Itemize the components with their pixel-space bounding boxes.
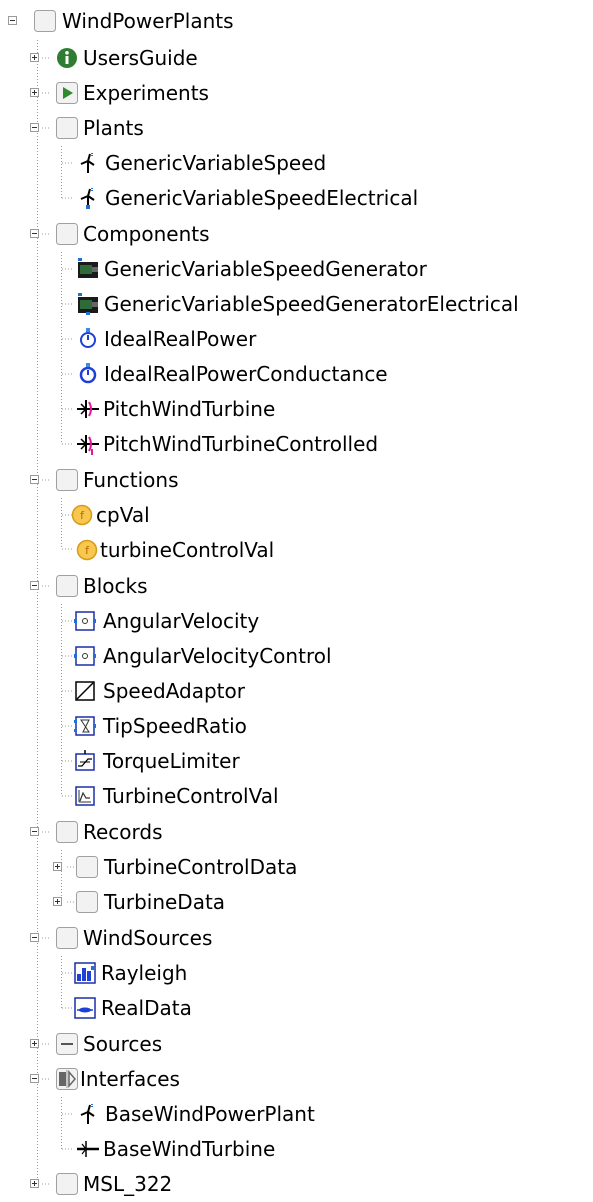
wind-turbine-icon — [77, 398, 99, 420]
block-circle-icon — [74, 610, 96, 632]
tree-node-label: TurbineControlVal — [103, 784, 279, 808]
tree-node-label: Interfaces — [80, 1067, 180, 1091]
collapse-toggle[interactable] — [30, 229, 39, 238]
tree-node-label: TipSpeedRatio — [103, 714, 247, 738]
expand-toggle[interactable] — [30, 1039, 39, 1048]
generator-icon — [77, 258, 99, 280]
base-turbine-icon — [77, 1138, 99, 1160]
tree-node-label: Experiments — [83, 81, 209, 105]
tree-node-label: IdealRealPowerConductance — [104, 362, 388, 386]
function-icon: f — [76, 539, 98, 561]
tree-node-label: TurbineData — [104, 890, 226, 914]
expand-toggle[interactable] — [53, 897, 62, 906]
package-icon — [56, 927, 78, 949]
interfaces-package-icon — [56, 1068, 78, 1090]
tree-node-label: Components — [83, 222, 210, 246]
package-icon — [56, 117, 78, 139]
tree-node-label: WindSources — [83, 926, 213, 950]
wind-plant-icon — [77, 152, 99, 174]
rayleigh-source-icon — [74, 962, 96, 984]
expand-toggle[interactable] — [53, 862, 62, 871]
info-icon — [56, 47, 78, 69]
tree-node-label: GenericVariableSpeedElectrical — [105, 186, 419, 210]
tree-node-label: Plants — [83, 116, 144, 140]
expand-toggle[interactable] — [30, 1179, 39, 1188]
tree-node-label: TorqueLimiter — [103, 749, 240, 773]
collapse-toggle[interactable] — [8, 16, 17, 25]
package-icon — [34, 10, 56, 32]
tree-node-label: GenericVariableSpeed — [105, 151, 327, 175]
collapse-toggle[interactable] — [30, 827, 39, 836]
package-icon — [56, 1173, 78, 1195]
package-icon — [56, 575, 78, 597]
collapse-toggle[interactable] — [30, 123, 39, 132]
tree-node-label: IdealRealPower — [104, 327, 257, 351]
package-icon — [56, 469, 78, 491]
wind-turbine-icon — [77, 433, 99, 455]
package-icon — [76, 856, 98, 878]
tree-node-label: Functions — [83, 468, 179, 492]
collapse-toggle[interactable] — [30, 475, 39, 484]
tree-node-label: TurbineControlData — [104, 855, 298, 879]
tree-node-label: PitchWindTurbine — [103, 397, 276, 421]
expand-toggle[interactable] — [30, 53, 39, 62]
package-tree: WindPowerPlants UsersGuide Experiments P… — [0, 0, 593, 1195]
power-meter-icon — [77, 328, 99, 350]
wind-plant-icon — [77, 187, 99, 209]
tree-node-label: Rayleigh — [101, 961, 188, 985]
power-meter-icon — [77, 363, 99, 385]
tree-node-label: cpVal — [96, 503, 150, 527]
sources-package-icon — [56, 1033, 78, 1055]
real-data-source-icon — [74, 997, 96, 1019]
tree-node-label: GenericVariableSpeedGeneratorElectrical — [104, 292, 519, 316]
tree-node-label: AngularVelocityControl — [103, 644, 332, 668]
tree-node-label: Blocks — [83, 574, 148, 598]
generator-icon — [77, 293, 99, 315]
wind-plant-icon — [77, 1103, 99, 1125]
collapse-toggle[interactable] — [30, 933, 39, 942]
expand-toggle[interactable] — [30, 88, 39, 97]
collapse-toggle[interactable] — [30, 581, 39, 590]
play-icon — [56, 82, 78, 104]
tree-node-label: RealData — [101, 996, 192, 1020]
tree-node-label: PitchWindTurbineControlled — [103, 432, 379, 456]
tree-node-label: AngularVelocity — [103, 609, 260, 633]
tree-node-label: MSL_322 — [83, 1172, 173, 1196]
block-circle-icon — [74, 645, 96, 667]
tree-node-label: BaseWindTurbine — [103, 1137, 276, 1161]
tree-node-label: Sources — [83, 1032, 163, 1056]
block-limiter-icon — [74, 750, 96, 772]
tree-node-label: UsersGuide — [83, 46, 198, 70]
tree-node-label: SpeedAdaptor — [103, 679, 245, 703]
tree-node-label: Records — [83, 820, 163, 844]
block-hourglass-icon — [74, 715, 96, 737]
block-diagonal-icon — [74, 680, 96, 702]
function-icon: f — [71, 504, 93, 526]
package-icon — [56, 821, 78, 843]
tree-node-label: WindPowerPlants — [62, 9, 234, 33]
package-icon — [76, 891, 98, 913]
tree-node-label: BaseWindPowerPlant — [105, 1102, 315, 1126]
block-graph-icon — [74, 785, 96, 807]
tree-node-label: GenericVariableSpeedGenerator — [104, 257, 427, 281]
package-icon — [56, 223, 78, 245]
tree-node-label: turbineControlVal — [100, 538, 275, 562]
collapse-toggle[interactable] — [30, 1074, 39, 1083]
